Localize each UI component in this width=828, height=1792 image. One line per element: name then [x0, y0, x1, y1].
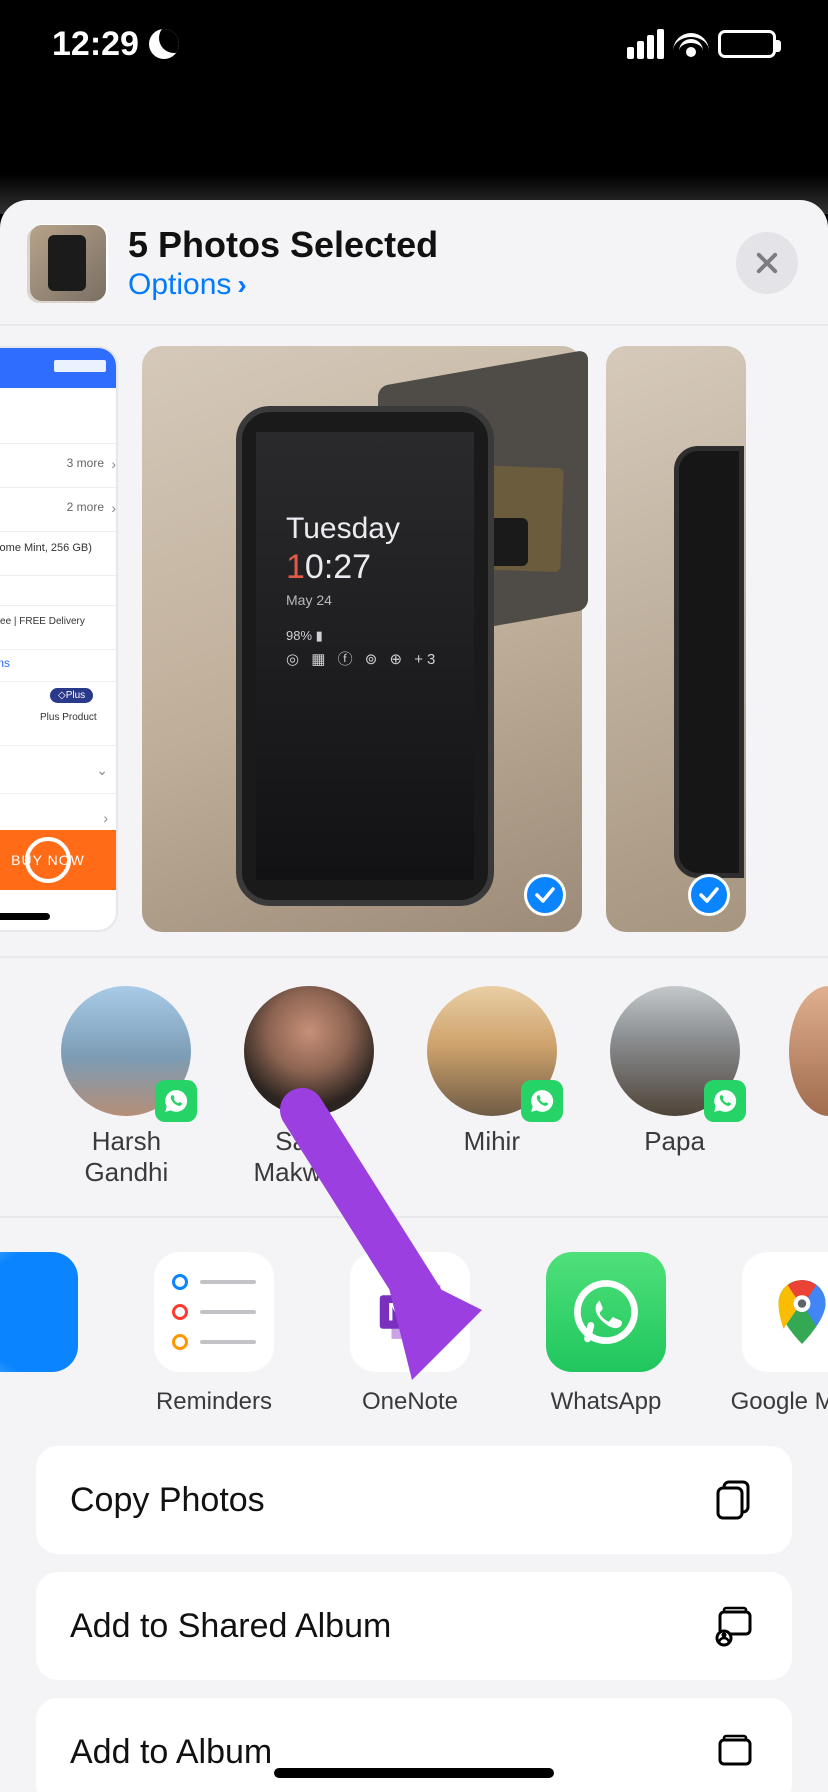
- home-indicator[interactable]: [274, 1768, 554, 1778]
- contact-name: Harsh Gandhi: [58, 1126, 195, 1188]
- contact-name: Papa: [606, 1126, 743, 1157]
- airdrop-icon: [0, 1252, 78, 1372]
- photo-carousel[interactable]: 3 more› 2 more› wesome Mint, 256 GB) ng …: [0, 326, 828, 958]
- share-contact[interactable]: Mihir: [423, 986, 560, 1188]
- photo-thumbnail[interactable]: 3 more› 2 more› wesome Mint, 256 GB) ng …: [0, 346, 118, 932]
- action-label: Add to Shared Album: [70, 1607, 391, 1646]
- close-button[interactable]: [736, 232, 798, 294]
- cellular-icon: [627, 29, 664, 59]
- photo-thumbnail[interactable]: [606, 346, 746, 932]
- whatsapp-badge-icon: [155, 1080, 197, 1122]
- add-to-shared-album-action[interactable]: Add to Shared Album: [36, 1572, 792, 1680]
- share-app-reminders[interactable]: Reminders: [136, 1252, 292, 1416]
- avatar: [427, 986, 557, 1116]
- action-label: Copy Photos: [70, 1481, 265, 1520]
- options-button[interactable]: Options ›: [128, 268, 714, 302]
- onenote-icon: N: [350, 1252, 470, 1372]
- do-not-disturb-icon: [149, 29, 179, 59]
- status-time: 12:29: [52, 25, 139, 64]
- status-bar: 12:29: [0, 0, 828, 88]
- selected-photos-thumbnail[interactable]: [30, 225, 106, 301]
- share-app-airdrop[interactable]: [0, 1252, 96, 1416]
- google-maps-icon: [742, 1252, 828, 1372]
- options-label: Options: [128, 268, 231, 302]
- share-contact[interactable]: Samir Makwana: [241, 986, 378, 1188]
- selected-checkmark-icon: [688, 874, 730, 916]
- whatsapp-badge-icon: [704, 1080, 746, 1122]
- share-contact[interactable]: [789, 986, 828, 1188]
- share-sheet: 5 Photos Selected Options › 3 more› 2 mo…: [0, 200, 828, 1792]
- battery-icon: [718, 30, 776, 58]
- avatar: [610, 986, 740, 1116]
- selected-checkmark-icon: [524, 874, 566, 916]
- share-contact[interactable]: Harsh Gandhi: [58, 986, 195, 1188]
- whatsapp-badge-icon: [521, 1080, 563, 1122]
- action-label: Add to Album: [70, 1733, 272, 1772]
- close-icon: [753, 249, 781, 277]
- reminders-icon: [154, 1252, 274, 1372]
- app-label: Reminders: [136, 1388, 292, 1416]
- share-sheet-title: 5 Photos Selected: [128, 224, 714, 266]
- wifi-icon: [674, 31, 708, 57]
- app-label: WhatsApp: [528, 1388, 684, 1416]
- share-actions-list: Copy Photos Add to Shared Album Add to A…: [0, 1440, 828, 1792]
- share-contacts-row[interactable]: Harsh Gandhi Samir Makwana Mihir Papa: [0, 958, 828, 1218]
- app-label: OneNote: [332, 1388, 488, 1416]
- share-sheet-header: 5 Photos Selected Options ›: [0, 200, 828, 326]
- contact-name: Samir Makwana: [241, 1126, 378, 1188]
- chevron-right-icon: ›: [237, 269, 246, 301]
- avatar: [244, 986, 374, 1116]
- share-apps-row[interactable]: Reminders N OneNote WhatsApp Google Maps: [0, 1218, 828, 1440]
- avatar: [61, 986, 191, 1116]
- share-app-onenote[interactable]: N OneNote: [332, 1252, 488, 1416]
- whatsapp-icon: [546, 1252, 666, 1372]
- copy-photos-action[interactable]: Copy Photos: [36, 1446, 792, 1554]
- svg-text:N: N: [387, 1299, 405, 1327]
- contact-name: Mihir: [423, 1126, 560, 1157]
- avatar: [789, 986, 828, 1116]
- share-app-google-maps[interactable]: Google Maps: [724, 1252, 828, 1416]
- copy-icon: [710, 1476, 758, 1524]
- album-icon: [710, 1728, 758, 1776]
- share-contact[interactable]: Papa: [606, 986, 743, 1188]
- app-label: Google Maps: [724, 1388, 828, 1416]
- shared-album-icon: [710, 1602, 758, 1650]
- photo-thumbnail[interactable]: Tuesday 10:27 May 24 98% ▮ ◎ ▦ ⓕ ⊚ ⊕ +3: [142, 346, 582, 932]
- share-app-whatsapp[interactable]: WhatsApp: [528, 1252, 684, 1416]
